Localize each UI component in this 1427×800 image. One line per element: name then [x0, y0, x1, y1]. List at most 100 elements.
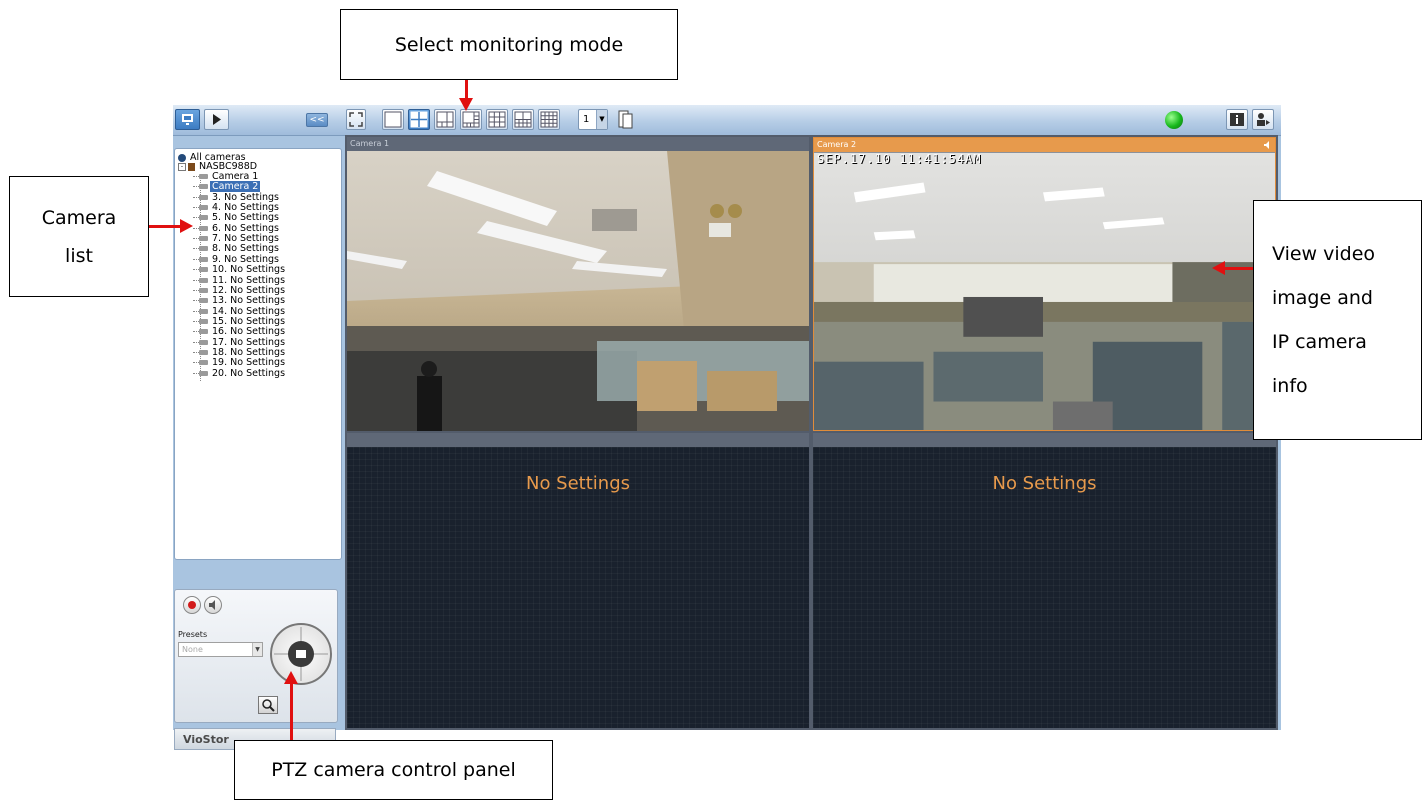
record-button[interactable]	[183, 596, 201, 614]
camera-list-item[interactable]: 19. No Settings	[193, 358, 287, 368]
layout-8-button[interactable]	[460, 109, 482, 130]
arrow-ptz-head	[284, 671, 298, 684]
camera-list-label: 7. No Settings	[212, 233, 279, 245]
camera-icon	[199, 360, 208, 366]
layout-6-button[interactable]	[434, 109, 456, 130]
camera-list-label: 10. No Settings	[212, 264, 286, 276]
camera-icon	[199, 318, 208, 324]
camera-icon	[199, 287, 208, 293]
arrow-mode-head	[459, 98, 473, 111]
speaker-icon	[1264, 141, 1269, 149]
callout-view-video: View video image and IP camera info	[1253, 200, 1422, 440]
tile-title	[347, 433, 809, 447]
camera-list-item[interactable]: 11. No Settings	[193, 274, 287, 286]
layout-nine-icon	[488, 111, 506, 128]
camera-icon	[199, 267, 208, 273]
camera-tree: All cameras - NASBC988D Camera 1 Camera 23…	[174, 148, 342, 560]
tile-title: Camera 2	[814, 138, 1275, 152]
monitor-mode-button[interactable]	[175, 109, 200, 130]
camera-list-label: 12. No Settings	[212, 284, 286, 296]
layout-ten-icon	[514, 111, 532, 128]
camera-list-label: 18. No Settings	[212, 346, 286, 358]
camera-list-label: Camera 2	[210, 181, 261, 193]
camera-list-label: 6. No Settings	[212, 222, 279, 234]
audio-button[interactable]	[204, 596, 222, 614]
arrow-view-line	[1225, 267, 1253, 270]
presets-label: Presets	[178, 630, 208, 639]
video-timestamp-overlay: SEP.17.10 11:41:54AM	[817, 152, 982, 166]
camera-list-item[interactable]: Camera 2	[193, 181, 261, 193]
left-panel: All cameras - NASBC988D Camera 1 Camera 23…	[173, 136, 345, 750]
zoom-button[interactable]	[258, 696, 278, 714]
camera-2-video-frame	[814, 152, 1275, 430]
no-settings-message: No Settings	[525, 473, 631, 494]
collapse-panel-button[interactable]: <<	[306, 113, 328, 127]
camera-list-item[interactable]: 8. No Settings	[193, 244, 281, 254]
about-button[interactable]	[1226, 109, 1248, 130]
page-select[interactable]: 1 ▼	[578, 109, 608, 130]
video-tile-3[interactable]: No Settings	[347, 433, 809, 728]
camera-icon	[199, 308, 208, 314]
record-icon	[188, 601, 196, 609]
info-icon	[1230, 113, 1244, 126]
sequence-mode-button[interactable]	[617, 109, 635, 130]
layout-10-button[interactable]	[512, 109, 534, 130]
camera-icon	[199, 329, 208, 335]
layout-eight-icon	[462, 111, 480, 128]
callout-select-monitoring-mode: Select monitoring mode	[340, 9, 678, 80]
layout-six-icon	[436, 111, 454, 128]
callout-ptz-panel: PTZ camera control panel	[234, 740, 553, 800]
camera-1-video-frame	[347, 151, 809, 431]
camera-icon	[199, 205, 208, 211]
video-tile-2[interactable]: Camera 2 SEP.17.10 11:41:54AM	[813, 137, 1276, 431]
page-select-value: 1	[583, 114, 590, 125]
video-tile-4[interactable]: No Settings	[813, 433, 1276, 728]
camera-list-label: 17. No Settings	[212, 336, 286, 348]
connection-status-led	[1165, 111, 1183, 129]
camera-list-label: 11. No Settings	[212, 274, 286, 286]
ptz-direction-pad[interactable]	[270, 623, 332, 685]
camera-list-label: 8. No Settings	[212, 243, 279, 255]
camera-list-item[interactable]: 13. No Settings	[193, 296, 287, 306]
chevron-down-icon: ▼	[596, 110, 607, 129]
tile-title: Camera 1	[347, 137, 809, 151]
layout-1-button[interactable]	[382, 109, 404, 130]
camera-list-item[interactable]: 16. No Settings	[193, 327, 287, 337]
callout-text: Select monitoring mode	[394, 33, 624, 56]
fullscreen-button[interactable]	[346, 109, 366, 130]
camera-list-label: 4. No Settings	[212, 202, 279, 214]
callout-text-line: IP camera	[1272, 331, 1367, 353]
camera-icon	[199, 339, 208, 345]
expand-minus-icon: -	[178, 162, 186, 171]
arrow-list-head	[180, 219, 193, 233]
camera-list-label: 16. No Settings	[212, 326, 286, 338]
speaker-icon	[209, 600, 215, 610]
callout-text-line: list	[65, 244, 93, 267]
layout-9-button[interactable]	[486, 109, 508, 130]
logout-button[interactable]	[1252, 109, 1274, 130]
camera-list-label: 3. No Settings	[212, 191, 279, 203]
camera-list-item[interactable]: 20. No Settings	[193, 368, 287, 379]
camera-list-item[interactable]: 10. No Settings	[193, 265, 287, 275]
arrow-ptz-line	[290, 683, 293, 740]
camera-list-label: 9. No Settings	[212, 253, 279, 265]
layout-quad-icon	[410, 111, 428, 128]
video-tile-1[interactable]: Camera 1	[347, 137, 809, 431]
chevron-down-icon: ▼	[252, 643, 262, 656]
camera-icon	[199, 236, 208, 242]
camera-icon	[199, 215, 208, 221]
layout-sixteen-icon	[540, 111, 558, 128]
playback-mode-button[interactable]	[204, 109, 229, 130]
camera-icon	[199, 225, 208, 231]
video-grid: Camera 1 Camera 2 SEP.17.10 11:41:54AM N…	[345, 135, 1278, 730]
layout-4-button[interactable]	[408, 109, 430, 130]
presets-select[interactable]: None ▼	[178, 642, 263, 657]
layout-16-button[interactable]	[538, 109, 560, 130]
callout-text-line: info	[1272, 375, 1308, 397]
camera-list-label: 14. No Settings	[212, 305, 286, 317]
camera-list-label: 5. No Settings	[212, 212, 279, 224]
arrow-view-head	[1212, 261, 1225, 275]
camera-list-item[interactable]: 5. No Settings	[193, 213, 281, 223]
camera-list-label: 15. No Settings	[212, 315, 286, 327]
camera-icon	[199, 184, 208, 190]
